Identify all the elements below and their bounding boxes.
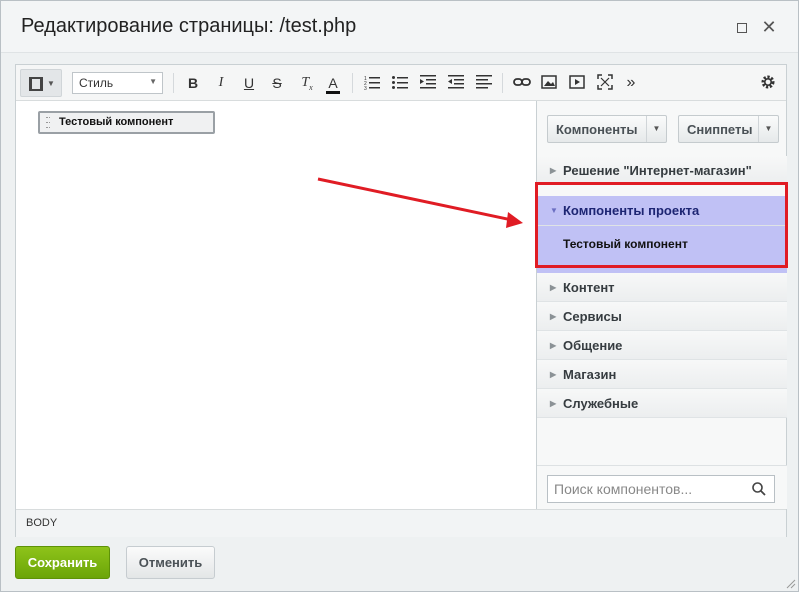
category-label: Решение "Интернет-магазин"	[563, 163, 752, 178]
view-mode-button[interactable]: ▼	[20, 69, 62, 97]
unordered-list-icon[interactable]	[392, 74, 408, 90]
cancel-button[interactable]: Отменить	[126, 546, 215, 579]
triangle-right-icon: ▶	[550, 166, 557, 175]
strikethrough-icon[interactable]: S	[270, 74, 284, 92]
bold-icon[interactable]: B	[186, 74, 200, 92]
snippets-tab-label: Сниппеты	[687, 122, 753, 137]
drag-handle-icon[interactable]	[46, 117, 50, 128]
toolbar-divider	[173, 73, 174, 93]
editor-toolbar: ▼ Стиль ▼ B I U S Tx A 123 »	[16, 65, 786, 101]
search-icon[interactable]	[752, 482, 766, 496]
link-icon[interactable]	[513, 74, 531, 90]
triangle-right-icon: ▶	[550, 370, 557, 379]
more-icon[interactable]: »	[624, 74, 638, 92]
chevron-down-icon[interactable]: ▼	[646, 116, 666, 142]
triangle-right-icon: ▶	[550, 312, 557, 321]
components-tab-label: Компоненты	[556, 122, 638, 137]
category-project-components[interactable]: ▼ Компоненты проекта	[537, 196, 787, 226]
image-icon[interactable]	[541, 74, 557, 90]
components-sidebar: Компоненты ▼ Сниппеты ▼ ▶ Решение "Интер…	[536, 101, 787, 509]
component-search-bar: Поиск компонентов...	[537, 465, 787, 509]
category-services[interactable]: ▶ Сервисы	[537, 302, 787, 331]
category-label: Контент	[563, 280, 615, 295]
settings-icon[interactable]	[760, 74, 776, 90]
triangle-down-icon: ▼	[550, 206, 558, 215]
remove-format-icon[interactable]: Tx	[298, 74, 316, 92]
chevron-down-icon: ▼	[149, 77, 157, 86]
toolbar-divider	[502, 73, 503, 93]
svg-text:3: 3	[364, 86, 367, 90]
search-placeholder: Поиск компонентов...	[554, 481, 693, 497]
category-label: Компоненты проекта	[563, 203, 700, 218]
dialog-titlebar[interactable]: Редактирование страницы: /test.php ✕	[1, 1, 798, 53]
style-select-value: Стиль	[79, 76, 114, 90]
components-tab-button[interactable]: Компоненты ▼	[547, 115, 667, 143]
category-label: Магазин	[563, 367, 617, 382]
category-shop[interactable]: ▶ Магазин	[537, 360, 787, 389]
resize-handle-icon[interactable]	[784, 577, 796, 589]
snippets-tab-button[interactable]: Сниппеты ▼	[678, 115, 779, 143]
style-select[interactable]: Стиль ▼	[72, 72, 163, 94]
category-label: Сервисы	[563, 309, 622, 324]
close-icon[interactable]: ✕	[761, 18, 777, 36]
triangle-right-icon: ▶	[550, 341, 557, 350]
save-button[interactable]: Сохранить	[15, 546, 110, 579]
fullscreen-icon[interactable]	[597, 74, 613, 90]
view-mode-icon	[29, 77, 43, 91]
underline-icon[interactable]: U	[242, 74, 256, 92]
ordered-list-icon[interactable]: 123	[364, 74, 380, 90]
element-path-body[interactable]: BODY	[26, 517, 57, 529]
italic-icon[interactable]: I	[214, 74, 228, 92]
align-icon[interactable]	[476, 74, 492, 90]
component-placeholder-label: Тестовый компонент	[59, 116, 174, 128]
html-editor: ▼ Стиль ▼ B I U S Tx A 123 » Тестовый ко…	[15, 64, 787, 537]
outdent-icon[interactable]	[448, 74, 464, 90]
category-internet-shop[interactable]: ▶ Решение "Интернет-магазин"	[537, 156, 787, 185]
video-icon[interactable]	[569, 74, 585, 90]
category-content[interactable]: ▶ Контент	[537, 273, 787, 302]
category-label: Общение	[563, 338, 623, 353]
chevron-down-icon: ▼	[47, 79, 55, 88]
component-search-input[interactable]: Поиск компонентов...	[547, 475, 775, 503]
category-label: Служебные	[563, 396, 639, 411]
chevron-down-icon[interactable]: ▼	[758, 116, 778, 142]
component-item-test[interactable]: Тестовый компонент	[563, 237, 688, 251]
triangle-right-icon: ▶	[550, 283, 557, 292]
category-service[interactable]: ▶ Служебные	[537, 389, 787, 418]
font-color-icon[interactable]: A	[326, 74, 340, 94]
dialog-title: Редактирование страницы: /test.php	[21, 15, 357, 37]
indent-icon[interactable]	[420, 74, 436, 90]
component-placeholder[interactable]: Тестовый компонент	[38, 111, 215, 134]
category-communication[interactable]: ▶ Общение	[537, 331, 787, 360]
triangle-right-icon: ▶	[550, 399, 557, 408]
project-components-list: Тестовый компонент	[537, 226, 787, 273]
edit-page-dialog: Редактирование страницы: /test.php ✕ ▼ С…	[0, 0, 799, 592]
element-path-bar: BODY	[16, 509, 786, 537]
toolbar-divider	[352, 73, 353, 93]
maximize-icon[interactable]	[733, 19, 749, 35]
editor-content-area[interactable]: Тестовый компонент	[16, 101, 536, 509]
